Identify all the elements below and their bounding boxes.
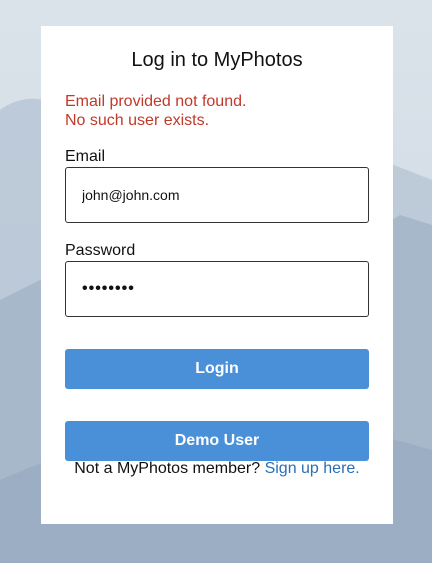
login-card: Log in to MyPhotos Email provided not fo… [41, 26, 393, 524]
signup-link[interactable]: Sign up here. [265, 460, 360, 477]
error-messages: Email provided not found. No such user e… [65, 92, 246, 130]
email-label: Email [65, 148, 106, 165]
page-title: Log in to MyPhotos [131, 49, 303, 71]
signup-prompt: Not a MyPhotos member? Sign up here. [41, 460, 393, 478]
error-message-email: Email provided not found. [65, 93, 247, 110]
password-label: Password [65, 242, 136, 259]
password-field[interactable] [65, 261, 369, 317]
login-button[interactable]: Login [65, 349, 369, 389]
email-field[interactable] [65, 167, 369, 223]
demo-user-button[interactable]: Demo User [65, 421, 369, 461]
error-message-user: No such user exists. [65, 112, 210, 129]
signup-prompt-text: Not a MyPhotos member? [74, 460, 261, 477]
